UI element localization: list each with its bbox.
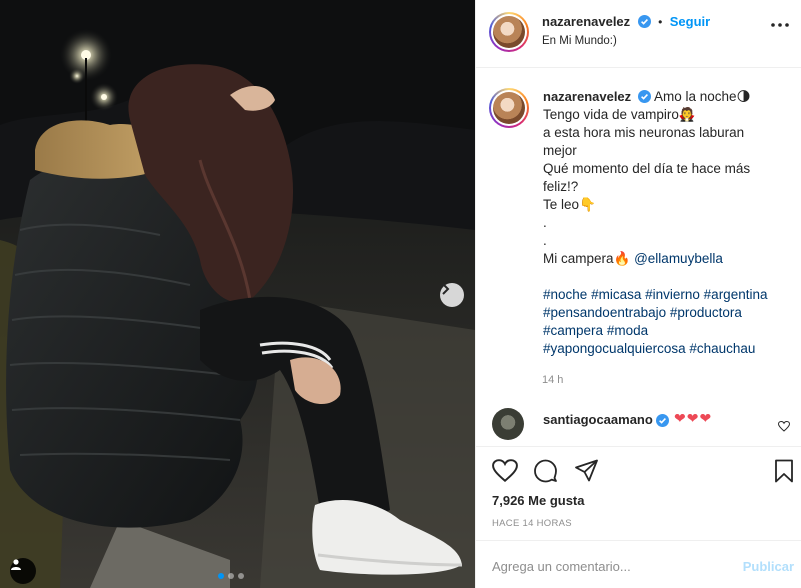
header-username[interactable]: nazarenavelez [542, 14, 630, 29]
carousel-indicator [218, 573, 244, 579]
verified-badge-icon [637, 15, 651, 28]
post-side-panel: nazarenavelez • Seguir En Mi Mundo:) naz… [475, 0, 801, 588]
next-slide-button[interactable] [440, 283, 464, 307]
caption-username[interactable]: nazarenavelez [543, 89, 631, 104]
comment-username[interactable]: santiagocaamano [543, 412, 653, 427]
likes-count[interactable]: 7,926 Me gusta [492, 493, 585, 508]
hashtag-link[interactable]: #pensandoentrabajo [543, 305, 666, 320]
photo-image [0, 0, 475, 588]
caption-line: feliz!? [543, 179, 579, 194]
hashtag-link[interactable]: #productora [670, 305, 742, 320]
verified-badge-icon [637, 90, 651, 103]
like-comment-heart-icon[interactable] [778, 421, 790, 432]
post-photo[interactable] [0, 0, 475, 588]
caption-line: a esta hora mis neuronas laburan [543, 125, 745, 140]
hashtag-link[interactable]: #noche [543, 287, 587, 302]
separator-dot: • [658, 15, 663, 29]
caption-avatar[interactable] [489, 88, 529, 128]
caption-line: Tengo vida de vampiro🧛 [543, 107, 696, 122]
caption-line: Qué momento del día te hace más [543, 161, 751, 176]
hashtag-link[interactable]: #campera [543, 323, 603, 338]
verified-badge-icon [656, 414, 669, 427]
add-comment-bar: Publicar [476, 540, 801, 588]
hashtag-link[interactable]: #micasa [591, 287, 641, 302]
follow-button[interactable]: Seguir [670, 14, 710, 29]
caption-line: . [543, 215, 547, 230]
user-icon [11, 559, 21, 570]
publish-button[interactable]: Publicar [743, 559, 794, 574]
mention-link[interactable]: @ellamuybella [634, 251, 723, 266]
chevron-right-icon [442, 283, 450, 295]
hashtag-link[interactable]: #yapongocualquiercosa [543, 341, 686, 356]
comment-row: santiagocaamano ❤❤❤ [492, 408, 792, 444]
caption-line: Mi campera🔥 [543, 251, 635, 266]
tagged-users-button[interactable] [10, 558, 36, 584]
caption-line: Te leo👇 [543, 197, 596, 212]
caption-timestamp[interactable]: 14 h [542, 374, 563, 386]
hashtag-link[interactable]: #invierno [645, 287, 700, 302]
post-timestamp[interactable]: HACE 14 HORAS [492, 518, 572, 529]
comment-text: ❤❤❤ [674, 410, 713, 426]
carousel-dot [238, 573, 244, 579]
avatar[interactable] [489, 12, 529, 52]
location-link[interactable]: En Mi Mundo:) [542, 35, 617, 47]
bookmark-icon[interactable] [773, 459, 795, 483]
caption-line: mejor [543, 143, 577, 158]
share-icon[interactable] [574, 459, 599, 483]
post-header: nazarenavelez • Seguir En Mi Mundo:) [476, 0, 801, 68]
comment-input[interactable] [492, 555, 722, 577]
comment-icon[interactable] [533, 459, 558, 483]
carousel-dot [218, 573, 224, 579]
hashtag-link[interactable]: #argentina [704, 287, 768, 302]
carousel-dot [228, 573, 234, 579]
heart-icon[interactable] [492, 459, 518, 483]
hashtag-link[interactable]: #chauchau [689, 341, 755, 356]
caption-line: . [543, 233, 547, 248]
more-options-icon[interactable] [770, 22, 790, 28]
caption-line: Amo la noche🌗 [653, 89, 751, 104]
hashtag-link[interactable]: #moda [607, 323, 648, 338]
caption-text: nazarenavelez Amo la noche🌗 Tengo vida d… [543, 88, 789, 358]
comment-avatar[interactable] [492, 408, 524, 440]
